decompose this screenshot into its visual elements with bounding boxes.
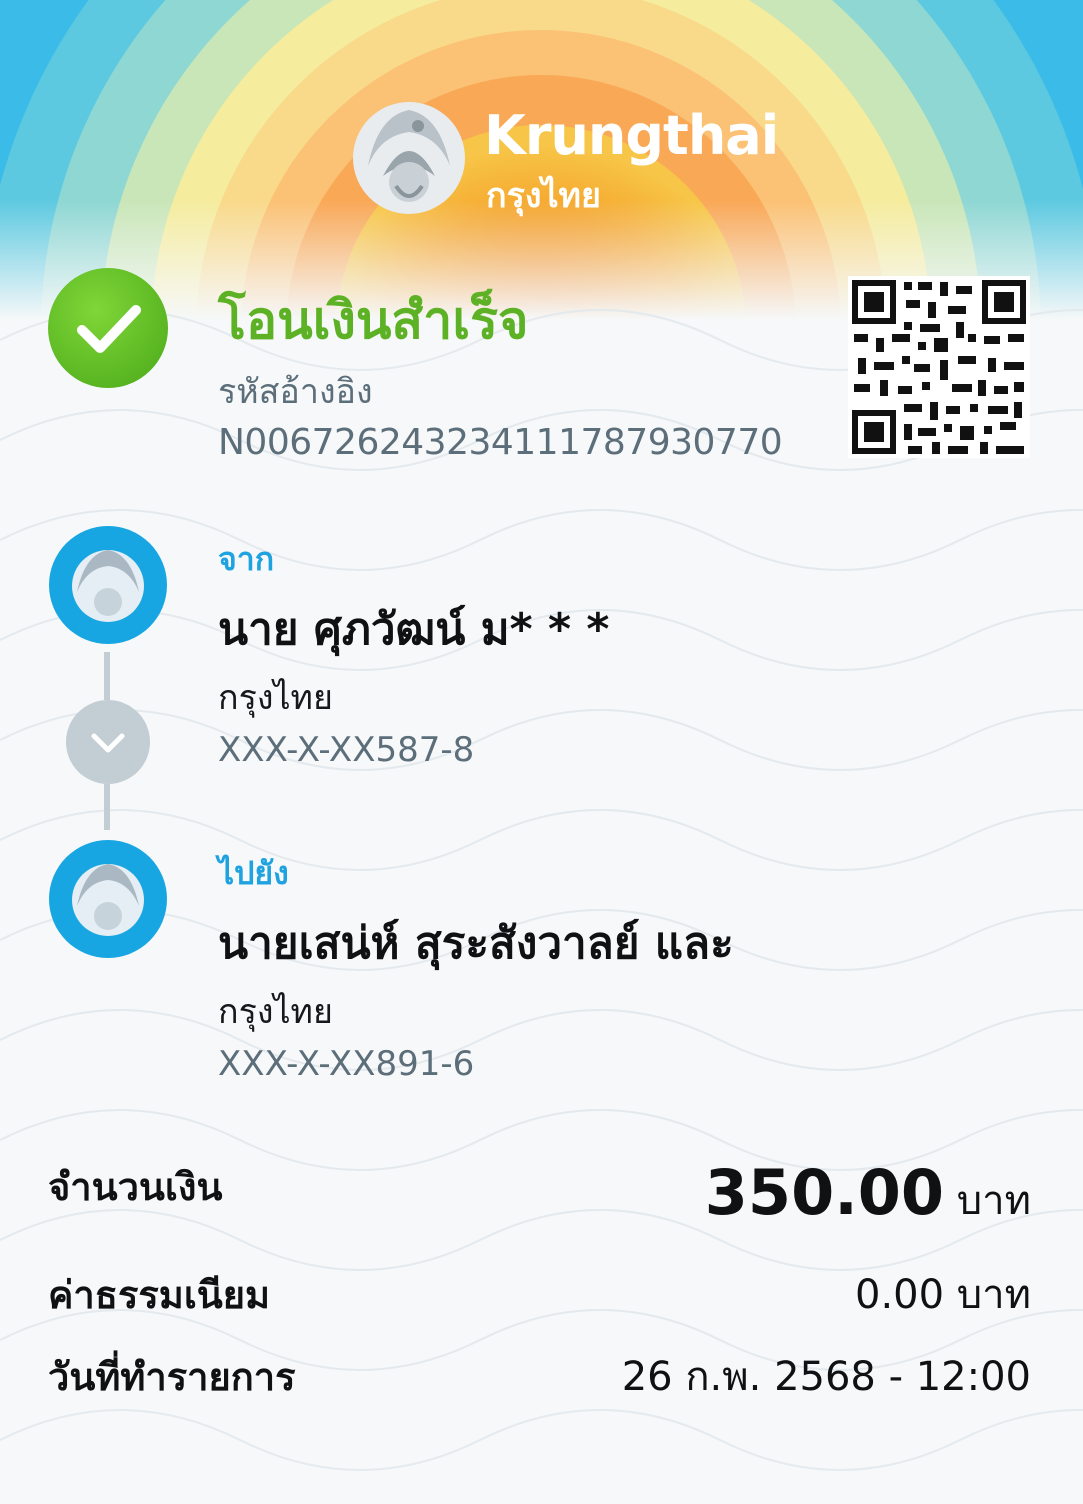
brand-name-th: กรุงไทย <box>486 176 601 216</box>
brand-name-en: Krungthai <box>484 104 779 167</box>
receiver-bank-logo <box>49 840 167 958</box>
from-label: จาก <box>218 540 275 578</box>
amount-label: จำนวนเงิน <box>48 1165 223 1209</box>
sender-name: นาย ศุภวัฒน์ ม* * * <box>218 604 610 655</box>
receiver-bank: กรุงไทย <box>218 992 333 1032</box>
chevron-down-icon <box>66 700 150 784</box>
receiver-account: XXX-X-XX891-6 <box>218 1044 475 1084</box>
transaction-date-label: วันที่ทำรายการ <box>48 1355 296 1399</box>
reference-number: N006726243234111787930770 <box>218 422 783 463</box>
fee-value: 0.00 บาท <box>855 1272 1031 1318</box>
amount-unit: บาท <box>956 1178 1031 1224</box>
timeline-connector <box>104 784 110 830</box>
timeline-connector <box>104 652 110 700</box>
transfer-success-title: โอนเงินสำเร็จ <box>218 291 529 351</box>
amount-number: 350.00 <box>704 1156 945 1229</box>
receiver-name: นายเสน่ห์ สุระสังวาลย์ และ <box>218 918 734 969</box>
amount-value: 350.00 บาท <box>705 1156 1031 1232</box>
sender-bank-logo <box>49 526 167 644</box>
sender-bank: กรุงไทย <box>218 678 333 718</box>
fee-label: ค่าธรรมเนียม <box>48 1273 271 1317</box>
krungthai-logo: Krungthai กรุงไทย <box>348 96 779 226</box>
krungthai-bird-logo <box>353 102 465 214</box>
transaction-date-value: 26 ก.พ. 2568 - 12:00 <box>621 1354 1031 1400</box>
sender-account: XXX-X-XX587-8 <box>218 730 475 770</box>
qr-code[interactable] <box>848 276 1030 458</box>
success-check-icon <box>48 268 168 388</box>
to-label: ไปยัง <box>218 854 289 892</box>
reference-label: รหัสอ้างอิง <box>218 372 373 412</box>
